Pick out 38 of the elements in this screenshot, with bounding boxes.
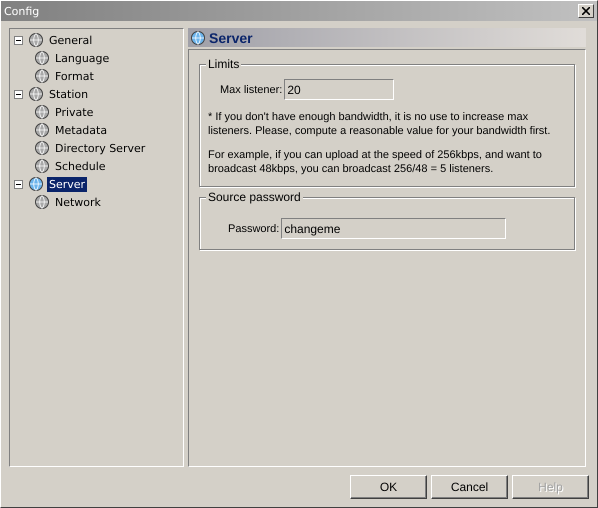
dialog-button[interactable]: OK	[350, 475, 427, 499]
field-label: Max listener:	[220, 84, 282, 96]
group-title: Source password	[206, 190, 303, 204]
globe-icon	[34, 194, 50, 210]
close-button[interactable]	[578, 4, 594, 18]
input-field[interactable]: changeme	[281, 218, 506, 239]
globe-icon	[28, 32, 44, 48]
page-title: Server	[209, 30, 253, 46]
collapse-toggle[interactable]	[14, 90, 23, 98]
close-icon	[582, 7, 590, 15]
globe-icon	[190, 30, 206, 46]
note-text: For example, if you can upload at the speed of 256kbps, and want to broadcast 48kbps, you can broadcast 256/48 = 5 listeners.	[208, 148, 543, 176]
tree-item[interactable]: Private	[53, 104, 96, 120]
tree-item[interactable]: Schedule	[53, 158, 108, 174]
globe-icon	[28, 176, 44, 192]
collapse-toggle[interactable]	[14, 36, 23, 44]
field-label: Password:	[228, 222, 280, 234]
globe-icon	[34, 68, 50, 84]
input-field[interactable]: 20	[284, 79, 394, 100]
tree-item[interactable]: Metadata	[53, 122, 110, 138]
tree-item[interactable]: Language	[53, 50, 112, 66]
dialog-button[interactable]: Cancel	[431, 475, 508, 499]
globe-icon	[28, 86, 44, 102]
tree-item[interactable]: Station	[47, 86, 90, 102]
tree-item[interactable]: Network	[53, 194, 103, 210]
globe-icon	[34, 158, 50, 174]
globe-icon	[34, 140, 50, 156]
tree-item[interactable]: Directory Server	[53, 140, 148, 156]
globe-icon	[34, 50, 50, 66]
collapse-toggle[interactable]	[14, 180, 23, 188]
note-text: * If you don't have enough bandwidth, it is no use to increase max listeners. Please, compute a reasonable value for your bandwidth first.	[208, 110, 552, 138]
group-title: Limits	[206, 57, 242, 71]
globe-icon	[34, 122, 50, 138]
tree-item[interactable]: Format	[53, 68, 96, 84]
tree-item[interactable]: General	[47, 32, 94, 48]
tree-item[interactable]: Server	[47, 176, 88, 192]
globe-icon	[34, 104, 50, 120]
window-title: Config	[4, 4, 40, 18]
